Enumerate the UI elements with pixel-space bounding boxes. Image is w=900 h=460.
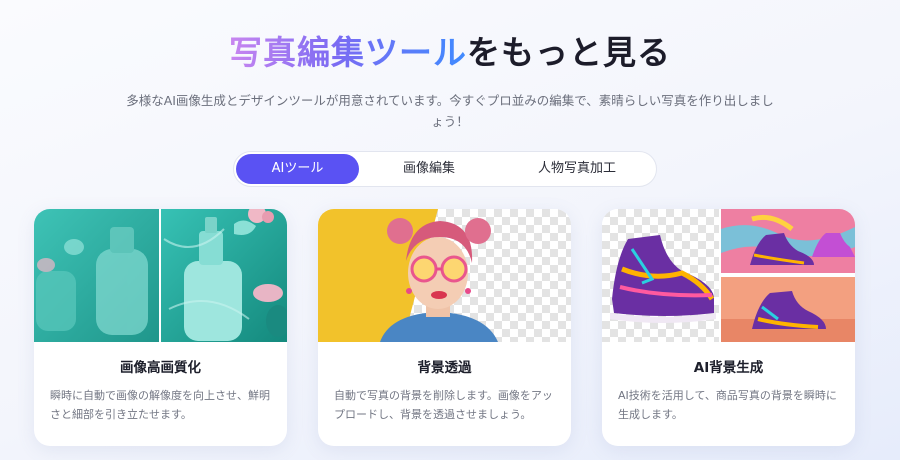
page-subtitle: 多様なAI画像生成とデザインツールが用意されています。今すぐプロ並みの編集で、素… <box>126 93 774 129</box>
tab-ai-tools[interactable]: AIツール <box>236 154 359 184</box>
page-title: 写真編集ツールをもっと見る <box>0 26 900 74</box>
upscale-preview-image <box>34 209 287 342</box>
tool-category-tabs: AIツール 画像編集 人物写真加工 <box>233 151 657 187</box>
tool-card-ai-background[interactable]: AI背景生成 AI技術を活用して、商品写真の背景を瞬時に生成します。 <box>602 209 855 446</box>
background-removal-preview-image <box>318 209 571 342</box>
card-title: 背景透過 <box>417 360 472 376</box>
tab-image-edit[interactable]: 画像編集 <box>369 154 489 184</box>
ai-background-preview-image <box>602 209 855 342</box>
tab-portrait-edit[interactable]: 人物写真加工 <box>502 154 652 184</box>
title-rest: をもっと見る <box>467 33 671 72</box>
title-highlight: 写真編集ツール <box>229 33 467 72</box>
card-title: 画像高画質化 <box>120 360 201 376</box>
card-description: 自動で写真の背景を削除します。画像をアップロードし、背景を透過させましょう。 <box>334 389 553 421</box>
tool-card-upscale[interactable]: 画像高画質化 瞬時に自動で画像の解像度を向上させ、鮮明さと細部を引き立たせます。 <box>34 209 287 446</box>
card-description: AI技術を活用して、商品写真の背景を瞬時に生成します。 <box>618 389 837 421</box>
card-title: AI背景生成 <box>693 360 764 376</box>
tool-card-background-removal[interactable]: 背景透過 自動で写真の背景を削除します。画像をアップロードし、背景を透過させまし… <box>318 209 571 446</box>
card-description: 瞬時に自動で画像の解像度を向上させ、鮮明さと細部を引き立たせます。 <box>50 389 270 421</box>
